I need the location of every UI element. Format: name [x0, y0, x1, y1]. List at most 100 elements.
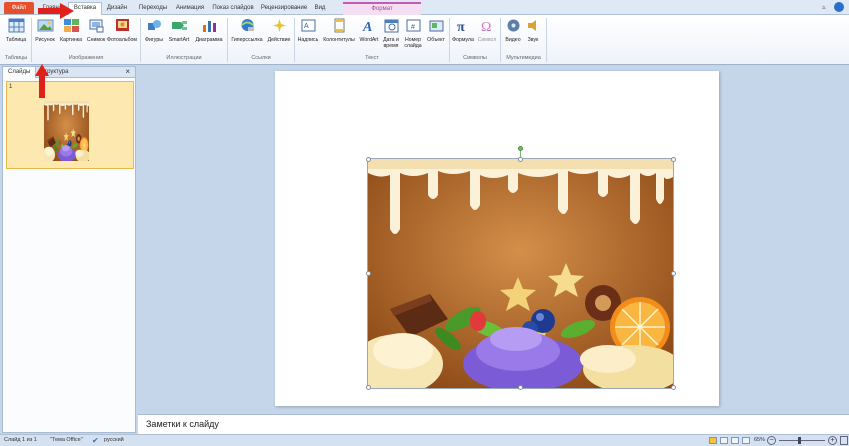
svg-text:A: A: [362, 20, 372, 33]
datetime-button[interactable]: Дата и время: [380, 18, 402, 52]
notes-pane[interactable]: Заметки к слайду: [138, 414, 849, 434]
zoom-slider-thumb[interactable]: [798, 437, 801, 444]
reading-view-button[interactable]: [731, 437, 739, 444]
svg-text:Ω: Ω: [481, 20, 491, 33]
resize-handle-left[interactable]: [366, 271, 371, 276]
tab-format[interactable]: Формат: [343, 2, 421, 15]
slide-number-icon: #: [406, 19, 420, 32]
pane-tabs: Слайды Структура ×: [3, 67, 135, 78]
svg-text:#: #: [411, 24, 415, 31]
tab-view[interactable]: Вид: [312, 3, 328, 15]
equation-button[interactable]: π Формула: [451, 18, 475, 52]
group-links: Ссылки: [251, 55, 271, 61]
group-images: Изображения: [68, 55, 104, 61]
dessert-picture[interactable]: [367, 158, 674, 389]
tab-animation[interactable]: Анимация: [174, 3, 206, 15]
hyperlink-button[interactable]: Гиперссылка: [229, 18, 265, 52]
clipart-icon: [63, 19, 79, 32]
shapes-icon: [147, 20, 161, 30]
notes-placeholder: Заметки к слайду: [146, 419, 219, 429]
zoom-in-icon[interactable]: +: [828, 436, 837, 445]
hyperlink-icon: [240, 19, 254, 31]
spellcheck-icon[interactable]: ✔: [92, 436, 99, 445]
theme-name: "Тема Office": [50, 437, 83, 443]
thumbnail-dessert-image: [44, 101, 89, 161]
slidenumber-button[interactable]: # Номер слайда: [402, 18, 424, 52]
picture-icon: [37, 19, 53, 32]
photoalbum-button[interactable]: Фотоальбом: [107, 18, 137, 52]
zoom-out-icon[interactable]: −: [767, 436, 776, 445]
action-icon: [272, 19, 286, 32]
group-text: Текст: [365, 55, 379, 61]
tab-review[interactable]: Рецензирование: [258, 3, 310, 15]
wordart-icon: A: [362, 20, 372, 33]
svg-text:A: A: [304, 23, 309, 30]
tab-transitions[interactable]: Переходы: [136, 3, 170, 15]
ribbon-tab-bar: Файл Главная Вставка Дизайн Переходы Ани…: [0, 0, 849, 15]
wordart-button[interactable]: A WordArt: [358, 18, 380, 52]
picture-button[interactable]: Рисунок: [33, 18, 57, 52]
resize-handle-top[interactable]: [518, 157, 523, 162]
tab-slides[interactable]: Слайды: [3, 67, 37, 78]
close-icon[interactable]: ×: [125, 67, 130, 77]
group-symbols: Символы: [463, 55, 487, 61]
resize-handle-bottom-right[interactable]: [671, 385, 676, 390]
symbol-button[interactable]: Ω Символ: [476, 18, 498, 52]
headerfooter-button[interactable]: Колонтитулы: [321, 18, 357, 52]
slide-counter: Слайд 1 из 1: [4, 437, 37, 443]
slides-pane: Слайды Структура × 1: [2, 66, 136, 433]
photoalbum-icon: [115, 19, 129, 31]
headerfooter-icon: [334, 18, 344, 33]
normal-view-button[interactable]: [709, 437, 717, 444]
screenshot-button[interactable]: Снимок: [85, 18, 107, 52]
table-icon: [8, 18, 24, 33]
zoom-slider[interactable]: [779, 440, 825, 441]
svg-text:π: π: [457, 20, 465, 33]
fit-to-window-icon[interactable]: [840, 436, 848, 445]
group-illustrations: Иллюстрации: [166, 55, 202, 61]
object-icon: [429, 20, 443, 32]
pi-icon: π: [457, 20, 465, 33]
video-button[interactable]: Видео: [503, 18, 523, 52]
tab-slideshow[interactable]: Показ слайдов: [210, 3, 256, 15]
omega-icon: Ω: [481, 20, 491, 33]
table-button[interactable]: Таблица: [4, 18, 28, 52]
zoom-level[interactable]: 65%: [754, 437, 765, 443]
screenshot-icon: [89, 19, 103, 33]
audio-button[interactable]: Звук: [524, 18, 542, 52]
chart-icon: [202, 21, 216, 32]
group-tables: Таблицы: [4, 55, 28, 61]
minimize-ribbon-icon[interactable]: ▵: [822, 3, 826, 11]
rotate-handle[interactable]: [518, 146, 523, 151]
smartart-button[interactable]: SmartArt: [166, 18, 192, 52]
status-bar: Слайд 1 из 1 "Тема Office" ✔ русский 65%…: [0, 434, 849, 446]
textbox-button[interactable]: A Надпись: [296, 18, 320, 52]
help-icon[interactable]: [834, 2, 844, 12]
arrow-right-icon: [38, 3, 74, 19]
resize-handle-top-right[interactable]: [671, 157, 676, 162]
resize-handle-bottom[interactable]: [518, 385, 523, 390]
resize-handle-right[interactable]: [671, 271, 676, 276]
object-button[interactable]: Объект: [425, 18, 447, 52]
clipart-button[interactable]: Картинка: [58, 18, 84, 52]
slide-thumbnail[interactable]: 1: [6, 81, 134, 169]
language-indicator[interactable]: русский: [104, 437, 124, 443]
chart-button[interactable]: Диаграмма: [193, 18, 225, 52]
resize-handle-bottom-left[interactable]: [366, 385, 371, 390]
action-button[interactable]: Действие: [266, 18, 292, 52]
slideshow-button[interactable]: [742, 437, 750, 444]
arrow-up-icon: [35, 64, 49, 98]
tab-file[interactable]: Файл: [4, 2, 34, 14]
smartart-icon: [171, 21, 187, 30]
speaker-icon: [527, 20, 536, 31]
resize-handle-top-left[interactable]: [366, 157, 371, 162]
separator: [546, 18, 547, 62]
textbox-icon: A: [301, 19, 315, 32]
slide-canvas[interactable]: [275, 71, 719, 406]
tab-design[interactable]: Дизайн: [104, 3, 130, 15]
group-media: Мультимедиа: [506, 55, 541, 61]
shapes-button[interactable]: Фигуры: [143, 18, 165, 52]
ribbon: Таблица Рисунок Картинка Снимок Фотоальб…: [0, 15, 849, 65]
dessert-illustration: [368, 159, 673, 388]
slide-sorter-button[interactable]: [720, 437, 728, 444]
